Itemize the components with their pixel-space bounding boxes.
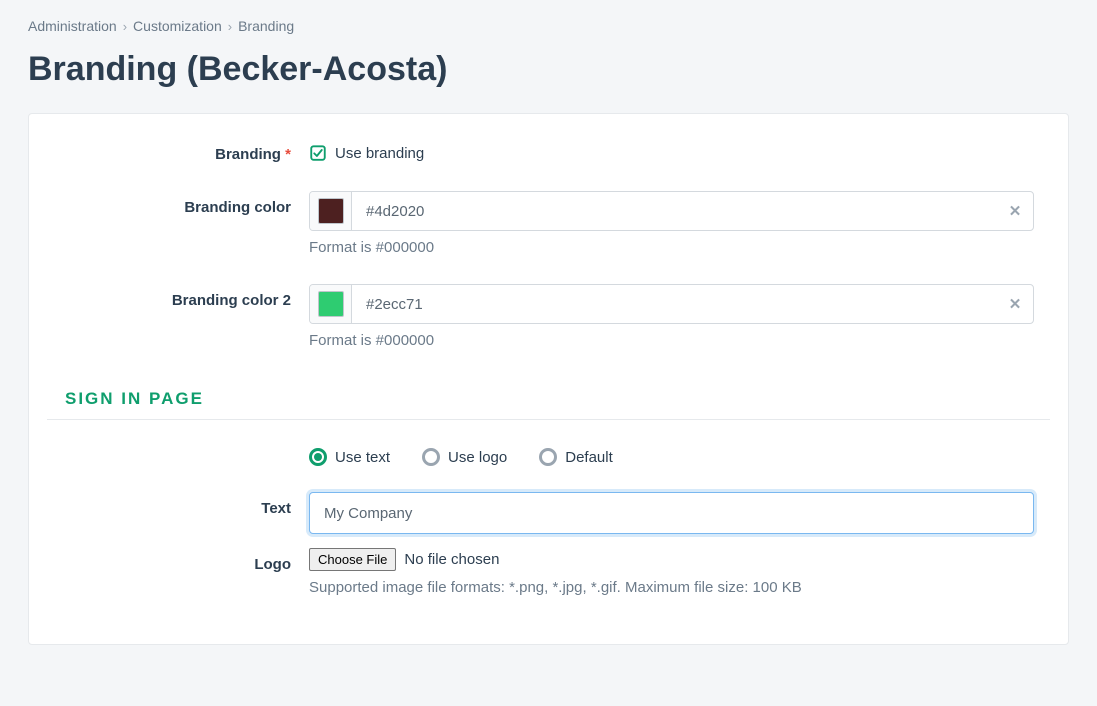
radio-icon — [309, 448, 327, 466]
required-mark: * — [285, 146, 291, 163]
chevron-right-icon: › — [123, 19, 127, 34]
branding-color2-help: Format is #000000 — [309, 332, 1034, 349]
text-label: Text — [47, 492, 309, 517]
color-swatch — [318, 198, 344, 224]
logo-help-text: Supported image file formats: *.png, *.j… — [309, 579, 1034, 596]
sign-in-text-input[interactable] — [309, 492, 1034, 534]
branding-color2-swatch-button[interactable] — [310, 285, 352, 323]
radio-label-use-text: Use text — [335, 449, 390, 466]
clear-icon[interactable]: ✕ — [997, 192, 1033, 230]
radio-default[interactable]: Default — [539, 448, 613, 466]
use-branding-label: Use branding — [335, 145, 424, 162]
branding-color-swatch-button[interactable] — [310, 192, 352, 230]
branding-color2-input[interactable] — [352, 285, 997, 323]
breadcrumb-item-branding[interactable]: Branding — [238, 18, 294, 34]
branding-color2-label: Branding color 2 — [47, 284, 309, 309]
radio-icon — [539, 448, 557, 466]
branding-color-help: Format is #000000 — [309, 239, 1034, 256]
radio-label-use-logo: Use logo — [448, 449, 507, 466]
no-file-chosen-text: No file chosen — [404, 551, 499, 568]
logo-label: Logo — [47, 548, 309, 573]
breadcrumb: Administration › Customization › Brandin… — [28, 18, 1069, 34]
checkbox-checked-icon[interactable] — [309, 144, 327, 162]
choose-file-button[interactable]: Choose File — [309, 548, 396, 571]
page-title: Branding (Becker-Acosta) — [28, 50, 1069, 89]
branding-color2-input-group: ✕ — [309, 284, 1034, 324]
clear-icon[interactable]: ✕ — [997, 285, 1033, 323]
radio-label-default: Default — [565, 449, 613, 466]
branding-color-input-group: ✕ — [309, 191, 1034, 231]
branding-panel: Branding * Use branding Branding color — [28, 113, 1069, 645]
divider — [47, 419, 1050, 420]
breadcrumb-item-administration[interactable]: Administration — [28, 18, 117, 34]
radio-use-logo[interactable]: Use logo — [422, 448, 507, 466]
breadcrumb-item-customization[interactable]: Customization — [133, 18, 222, 34]
branding-label: Branding * — [47, 138, 309, 163]
color-swatch — [318, 291, 344, 317]
branding-color-label: Branding color — [47, 191, 309, 216]
radio-icon — [422, 448, 440, 466]
sign-in-mode-radio-group: Use text Use logo Default — [309, 444, 1034, 466]
radio-use-text[interactable]: Use text — [309, 448, 390, 466]
chevron-right-icon: › — [228, 19, 232, 34]
section-title-sign-in: SIGN IN PAGE — [47, 389, 1050, 419]
branding-color-input[interactable] — [352, 192, 997, 230]
